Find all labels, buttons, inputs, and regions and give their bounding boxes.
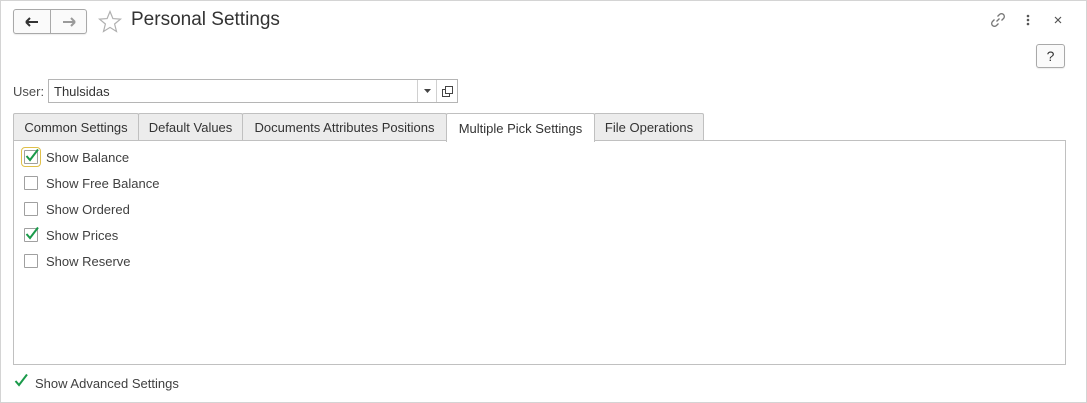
option-show-reserve[interactable]: Show Reserve bbox=[24, 252, 131, 270]
user-field[interactable]: Thulsidas bbox=[48, 79, 458, 103]
user-field-value: Thulsidas bbox=[54, 84, 110, 99]
option-show-balance[interactable]: Show Balance bbox=[21, 147, 130, 167]
help-button[interactable]: ? bbox=[1036, 44, 1065, 68]
tab-panel bbox=[13, 140, 1066, 365]
option-show-prices[interactable]: Show Prices bbox=[24, 226, 118, 244]
advanced-label: Show Advanced Settings bbox=[35, 375, 179, 391]
user-dropdown-button[interactable] bbox=[417, 80, 437, 102]
link-icon[interactable] bbox=[989, 11, 1007, 29]
back-button[interactable] bbox=[14, 10, 50, 33]
caret-down-icon bbox=[424, 89, 431, 93]
checkbox[interactable] bbox=[14, 373, 28, 390]
tab-file-operations[interactable]: File Operations bbox=[594, 113, 704, 140]
user-label: User: bbox=[13, 84, 45, 99]
favorite-star-icon[interactable] bbox=[97, 9, 123, 34]
option-label: Show Balance bbox=[46, 149, 130, 165]
option-show-free-balance[interactable]: Show Free Balance bbox=[24, 174, 159, 192]
more-options-icon[interactable] bbox=[1019, 11, 1037, 29]
checkmark-icon bbox=[25, 226, 39, 240]
option-show-ordered[interactable]: Show Ordered bbox=[24, 200, 130, 218]
checkbox[interactable] bbox=[24, 202, 38, 216]
arrow-right-icon bbox=[62, 16, 76, 27]
open-window-icon bbox=[442, 85, 453, 97]
checkmark-icon bbox=[14, 373, 28, 387]
option-label: Show Ordered bbox=[46, 201, 130, 217]
checkbox[interactable] bbox=[24, 176, 38, 190]
page-title: Personal Settings bbox=[131, 9, 280, 30]
option-show-advanced-settings[interactable]: Show Advanced Settings bbox=[14, 373, 179, 392]
navigation-buttons bbox=[13, 9, 87, 34]
user-open-button[interactable] bbox=[436, 80, 458, 102]
close-icon[interactable] bbox=[1049, 11, 1067, 29]
tab-default-values[interactable]: Default Values bbox=[138, 113, 243, 140]
arrow-left-icon bbox=[25, 16, 38, 27]
tab-common-settings[interactable]: Common Settings bbox=[13, 113, 139, 140]
option-label: Show Prices bbox=[46, 227, 119, 243]
forward-button[interactable] bbox=[50, 10, 86, 33]
checkbox[interactable] bbox=[21, 147, 41, 167]
checkmark-icon bbox=[25, 148, 39, 162]
option-label: Show Reserve bbox=[46, 253, 131, 269]
checkbox[interactable] bbox=[24, 254, 38, 268]
tab-documents-attributes-positions[interactable]: Documents Attributes Positions bbox=[242, 113, 447, 140]
tab-multiple-pick-settings[interactable]: Multiple Pick Settings bbox=[446, 113, 595, 142]
option-label: Show Free Balance bbox=[46, 175, 160, 191]
checkbox[interactable] bbox=[24, 226, 39, 242]
